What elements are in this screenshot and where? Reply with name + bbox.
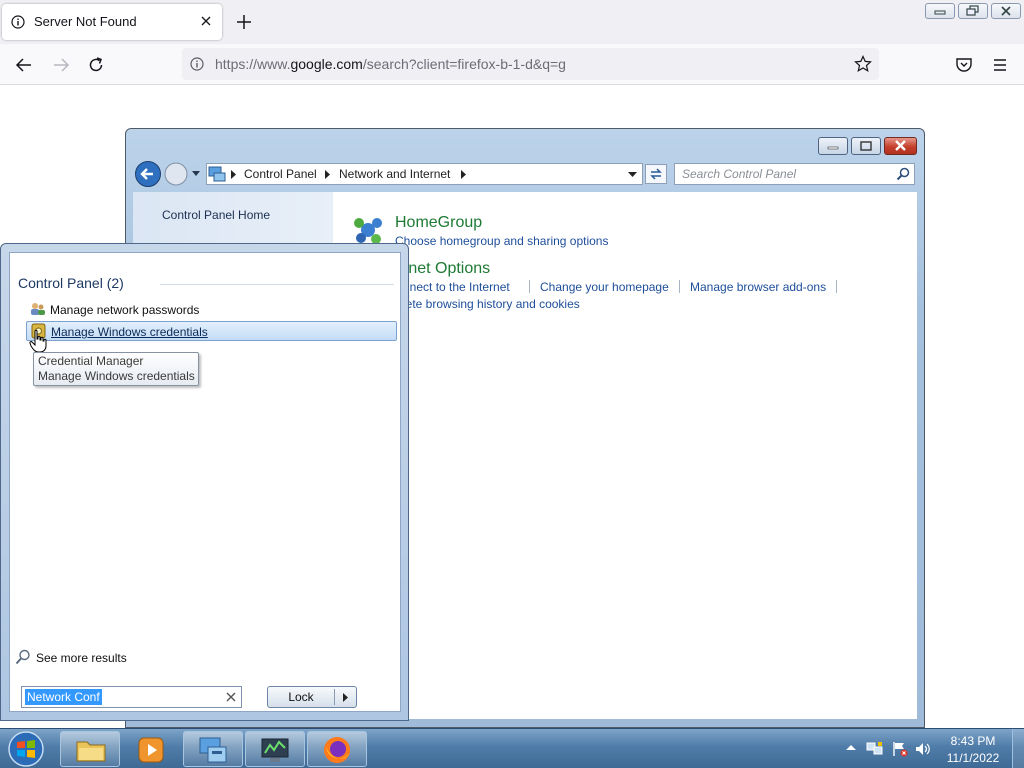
url-prefix: https://www. <box>215 56 291 72</box>
heading-divider <box>160 284 394 285</box>
reload-icon[interactable] <box>87 56 105 74</box>
homegroup-icon <box>351 214 385 246</box>
restore-button[interactable] <box>958 3 988 19</box>
new-tab-icon[interactable] <box>235 13 253 31</box>
results-group-heading[interactable]: Control Panel (2) <box>18 275 124 291</box>
manage-addons-link[interactable]: Manage browser add-ons <box>690 280 826 294</box>
start-orb-icon[interactable] <box>6 730 46 768</box>
info-icon <box>11 15 25 29</box>
forward-icon[interactable] <box>52 56 70 74</box>
site-info-icon[interactable] <box>190 57 204 71</box>
menu-icon[interactable] <box>991 56 1009 74</box>
url-text[interactable]: https://www.google.com/search?client=fir… <box>215 56 566 72</box>
cp-close-button[interactable] <box>884 137 917 155</box>
credential-tooltip: Credential Manager Manage Windows creden… <box>33 352 199 386</box>
clock-date[interactable]: 11/1/2022 <box>940 751 1006 765</box>
control-panel-home-link[interactable]: Control Panel Home <box>162 208 270 222</box>
show-desktop-button[interactable] <box>1012 729 1024 768</box>
refresh-icon[interactable] <box>645 164 667 184</box>
network-monitor-icon <box>259 735 291 765</box>
cp-minimize-button[interactable] <box>818 137 848 155</box>
cp-forward-icon[interactable] <box>164 162 188 186</box>
homegroup-sharing-link[interactable]: Choose homegroup and sharing options <box>395 234 608 248</box>
bookmark-star-icon[interactable] <box>854 55 872 73</box>
lock-button-divider <box>334 689 335 705</box>
magnifier-icon <box>15 649 31 666</box>
link-separator <box>679 280 680 293</box>
tab-title: Server Not Found <box>34 14 137 29</box>
homegroup-title[interactable]: HomeGroup <box>395 214 482 232</box>
url-path: /search?client=firefox-b-1-d&q=g <box>362 56 566 72</box>
cp-search-box[interactable]: Search Control Panel <box>674 163 915 185</box>
delete-history-link[interactable]: lete browsing history and cookies <box>403 297 580 311</box>
see-more-label: See more results <box>36 651 127 665</box>
connect-internet-link[interactable]: nnect to the Internet <box>403 280 510 294</box>
folder-icon <box>75 736 107 764</box>
result-label: Manage Windows credentials <box>51 325 208 339</box>
browser-tab[interactable]: Server Not Found <box>2 4 222 40</box>
result-manage-windows-credentials[interactable]: Manage Windows credentials <box>26 321 397 341</box>
taskbar: 8:43 PM 11/1/2022 <box>0 728 1024 768</box>
cp-main-pane: HomeGroup Choose homegroup and sharing o… <box>333 192 917 719</box>
recent-pages-chevron-icon[interactable] <box>191 170 201 178</box>
start-search-input[interactable]: Network Conf <box>21 686 242 708</box>
tooltip-title: Credential Manager <box>38 354 144 368</box>
url-domain: google.com <box>290 56 363 72</box>
cp-address-bar[interactable]: Control Panel Network and Internet <box>206 163 643 185</box>
breadcrumb-arrow-icon[interactable] <box>231 170 237 179</box>
start-search-value: Network Conf <box>25 689 102 705</box>
address-dropdown-icon[interactable] <box>628 172 637 178</box>
hand-cursor-icon <box>29 329 47 353</box>
clock-time[interactable]: 8:43 PM <box>940 734 1006 748</box>
browser-tab-bar: Server Not Found <box>0 0 1024 44</box>
action-center-flag-icon[interactable] <box>891 741 909 757</box>
change-homepage-link[interactable]: Change your homepage <box>540 280 669 294</box>
minimize-button[interactable] <box>925 3 955 19</box>
shutdown-options-arrow-icon[interactable] <box>343 693 349 702</box>
start-menu-results-pane: Control Panel (2) Manage network passwor… <box>9 252 401 712</box>
pocket-icon[interactable] <box>955 56 973 74</box>
firefox-icon <box>322 735 352 765</box>
show-hidden-icons-icon[interactable] <box>846 744 856 751</box>
tooltip-description: Manage Windows credentials <box>38 369 195 383</box>
taskbar-network-app-button[interactable] <box>245 731 305 767</box>
taskbar-explorer-button[interactable] <box>60 731 120 767</box>
cp-back-icon[interactable] <box>134 160 162 188</box>
result-label: Manage network passwords <box>50 303 200 317</box>
media-player-icon <box>137 736 165 764</box>
browser-nav-bar: https://www.google.com/search?client=fir… <box>0 44 1024 85</box>
search-icon[interactable] <box>896 167 910 181</box>
cp-maximize-button[interactable] <box>851 137 881 155</box>
breadcrumb-network-and-internet[interactable]: Network and Internet <box>339 167 450 181</box>
taskbar-control-panel-button[interactable] <box>183 731 243 767</box>
cp-search-placeholder: Search Control Panel <box>682 167 797 181</box>
result-manage-network-passwords[interactable]: Manage network passwords <box>26 300 397 320</box>
breadcrumb-control-panel[interactable]: Control Panel <box>244 167 317 181</box>
breadcrumb-arrow-icon[interactable] <box>461 170 467 179</box>
network-tray-icon[interactable] <box>866 741 884 757</box>
control-panel-taskbar-icon <box>198 735 228 765</box>
taskbar-firefox-button[interactable] <box>307 731 367 767</box>
lock-button[interactable]: Lock <box>267 686 357 708</box>
url-bar[interactable]: https://www.google.com/search?client=fir… <box>182 48 879 80</box>
lock-button-label: Lock <box>288 690 314 704</box>
back-icon[interactable] <box>15 56 33 74</box>
volume-icon[interactable] <box>914 741 932 757</box>
close-tab-icon[interactable] <box>200 15 212 27</box>
users-key-icon <box>30 301 46 317</box>
link-separator <box>529 280 530 293</box>
clear-search-icon[interactable] <box>226 692 236 702</box>
close-button[interactable] <box>991 3 1021 19</box>
link-separator <box>836 280 837 293</box>
start-menu: Control Panel (2) Manage network passwor… <box>0 243 409 721</box>
internet-options-title[interactable]: rnet Options <box>403 260 490 278</box>
breadcrumb-arrow-icon[interactable] <box>325 170 331 179</box>
taskbar-media-player-button[interactable] <box>122 731 182 767</box>
control-panel-icon <box>208 165 226 183</box>
